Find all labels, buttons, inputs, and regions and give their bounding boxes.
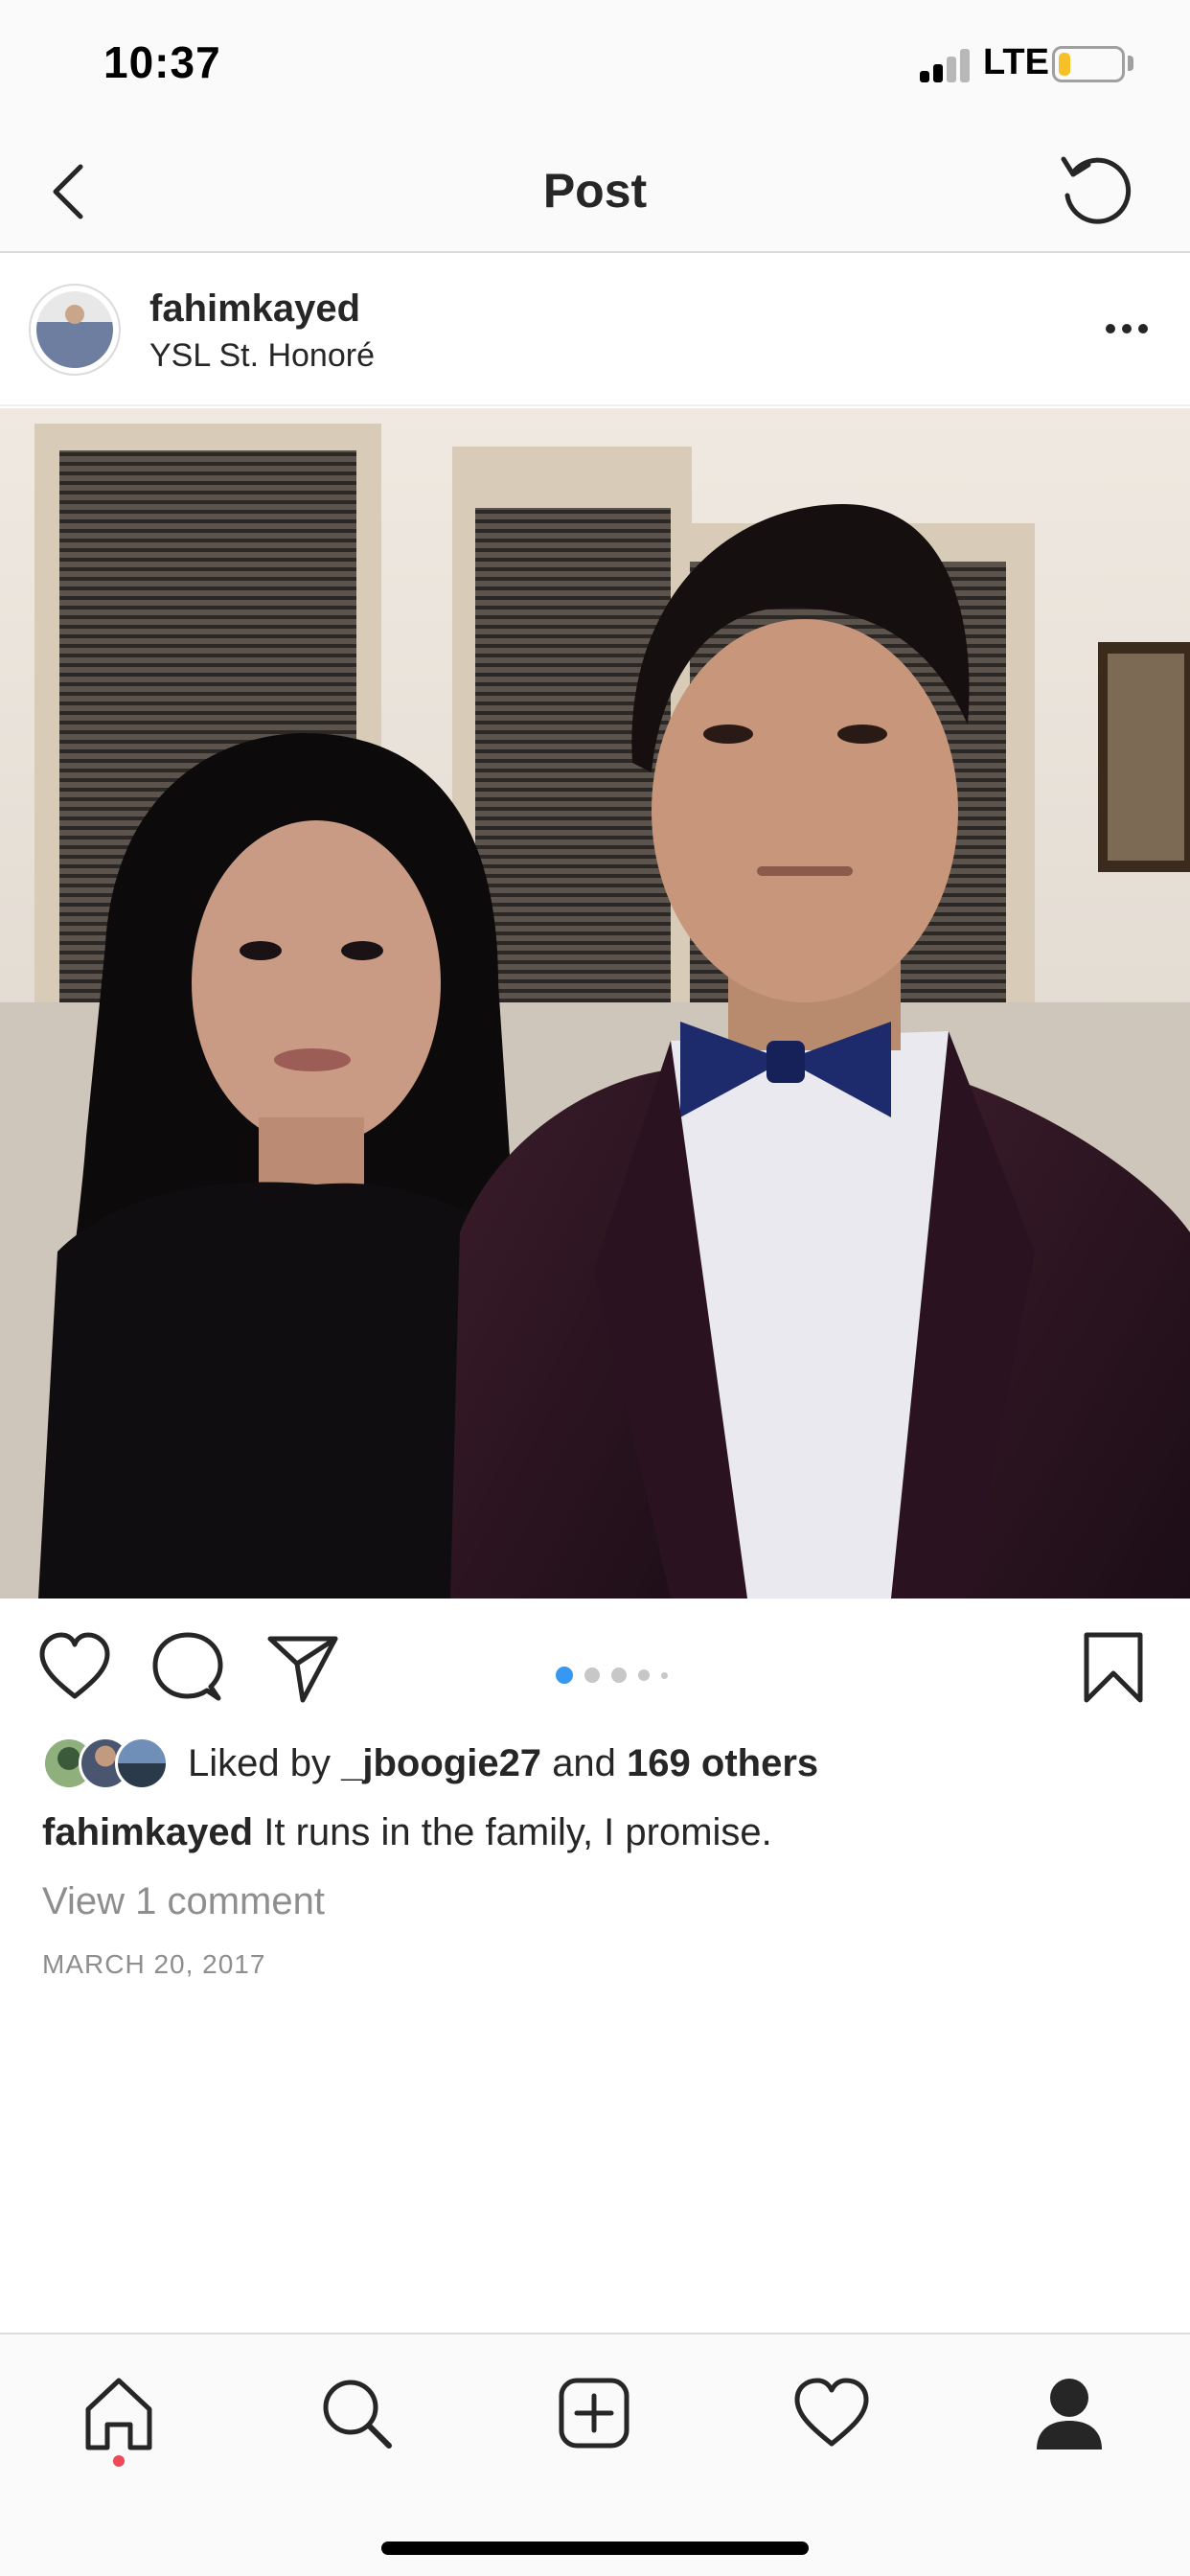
avatar-image — [36, 291, 113, 368]
comment-button[interactable] — [151, 1631, 224, 1704]
more-dot-icon — [1122, 324, 1132, 334]
likes-joiner: and — [552, 1742, 616, 1784]
network-type: LTE — [983, 42, 1049, 82]
photo-illustration — [0, 408, 1190, 1598]
cellular-signal-icon — [920, 48, 972, 82]
more-dot-icon — [1106, 324, 1115, 334]
caption-username[interactable]: fahimkayed — [42, 1811, 253, 1853]
search-icon — [323, 2380, 392, 2449]
status-time: 10:37 — [103, 37, 221, 87]
carousel-dot — [584, 1668, 600, 1683]
view-comments-link[interactable]: View 1 comment — [42, 1880, 325, 1923]
bookmark-icon — [1084, 1632, 1143, 1703]
tab-home[interactable] — [79, 2373, 159, 2453]
heart-icon — [794, 2378, 869, 2447]
likes-prefix: Liked by — [188, 1742, 331, 1784]
send-icon — [267, 1636, 338, 1703]
likes-row[interactable]: Liked by _jboogie27 and 169 others — [42, 1736, 1154, 1794]
tab-bar — [0, 2333, 1190, 2576]
battery-fill — [1059, 53, 1070, 76]
carousel-dot — [638, 1669, 650, 1681]
post-location[interactable]: YSL St. Honoré — [149, 337, 375, 375]
tab-profile[interactable] — [1029, 2373, 1110, 2453]
status-bar: 10:37 LTE — [0, 0, 1190, 134]
likes-summary: Liked by _jboogie27 and 169 others — [188, 1742, 818, 1785]
tab-new-post[interactable] — [554, 2373, 634, 2453]
more-options-button[interactable] — [1098, 314, 1156, 343]
caption-text: It runs in the family, I promise. — [253, 1811, 772, 1853]
avatar[interactable] — [29, 284, 121, 376]
share-button[interactable] — [266, 1631, 339, 1704]
liker-avatar — [115, 1736, 169, 1790]
post-photo[interactable] — [0, 408, 1190, 1598]
post-date: MARCH 20, 2017 — [42, 1949, 266, 1979]
battery-tip — [1128, 56, 1133, 71]
battery-icon — [1052, 46, 1125, 82]
post-caption: fahimkayed It runs in the family, I prom… — [42, 1811, 772, 1854]
more-dot-icon — [1138, 324, 1148, 334]
tab-activity[interactable] — [791, 2373, 872, 2453]
post-actions — [0, 1598, 1190, 1733]
carousel-indicator — [556, 1666, 690, 1685]
likes-count[interactable]: 169 others — [627, 1742, 818, 1784]
add-post-icon — [559, 2378, 629, 2449]
carousel-dot — [611, 1668, 627, 1683]
heart-icon — [39, 1632, 110, 1699]
home-icon — [85, 2378, 152, 2450]
tab-search[interactable] — [316, 2373, 397, 2453]
profile-icon — [1037, 2379, 1102, 2450]
carousel-dot — [556, 1667, 573, 1684]
refresh-button[interactable] — [1058, 150, 1134, 230]
post-header: fahimkayed YSL St. Honoré — [0, 255, 1190, 406]
home-indicator — [381, 2542, 809, 2555]
post-username[interactable]: fahimkayed — [149, 288, 360, 331]
save-button[interactable] — [1077, 1631, 1150, 1704]
like-button[interactable] — [38, 1631, 111, 1704]
carousel-dot — [661, 1671, 668, 1679]
notification-dot — [113, 2455, 125, 2467]
refresh-icon — [1061, 156, 1132, 224]
liker-username[interactable]: _jboogie27 — [341, 1742, 541, 1784]
comment-icon — [152, 1632, 223, 1701]
page-title: Post — [542, 164, 648, 218]
nav-bar: Post — [0, 134, 1190, 253]
